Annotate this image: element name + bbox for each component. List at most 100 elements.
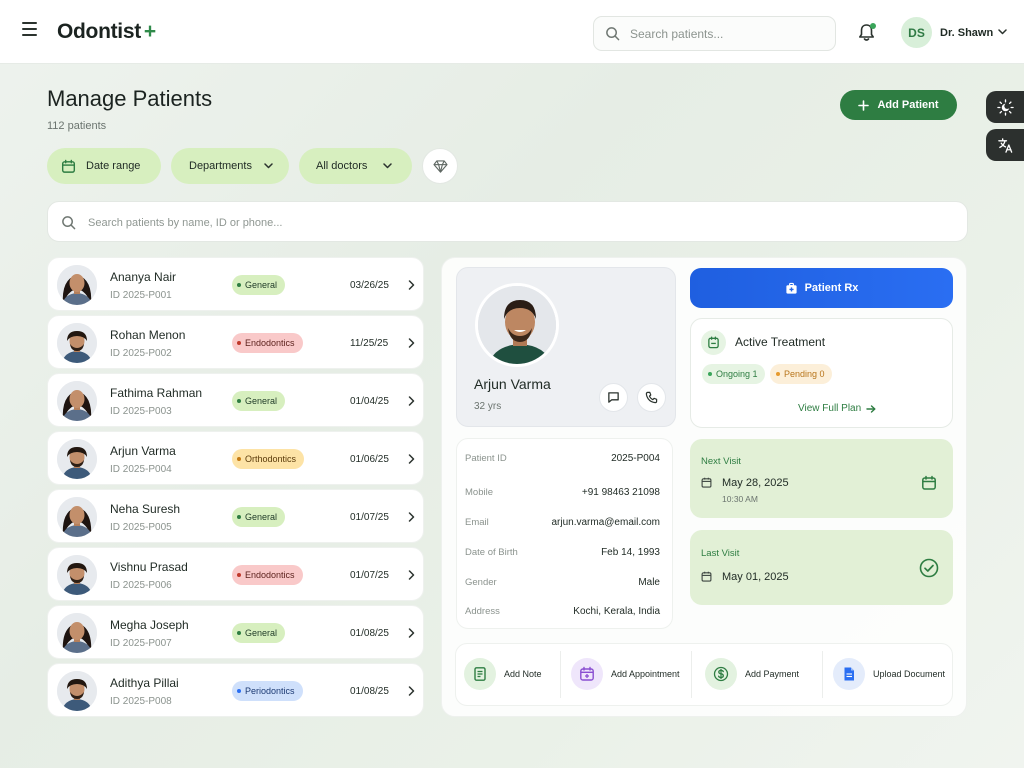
calendar-icon — [701, 571, 712, 582]
search-icon — [62, 216, 76, 230]
page-title: Manage Patients — [47, 86, 213, 111]
patient-avatar — [57, 323, 97, 363]
pending-chip: Pending 0 — [770, 364, 832, 384]
medical-kit-icon — [785, 282, 797, 294]
visit-date: 01/06/25 — [350, 454, 389, 465]
chevron-right-icon[interactable] — [408, 396, 415, 406]
visit-date: 01/04/25 — [350, 396, 389, 407]
info-label: Date of Birth — [465, 547, 518, 558]
profile-name: Arjun Varma — [474, 376, 551, 392]
last-visit-date: May 01, 2025 — [722, 571, 789, 583]
patient-name: Fathima Rahman — [110, 386, 203, 400]
departments-label: Departments — [189, 160, 252, 172]
translate-icon — [997, 137, 1012, 153]
date-range-filter[interactable]: Date range — [47, 148, 161, 184]
message-icon — [608, 392, 619, 403]
patient-rx-label: Patient Rx — [804, 282, 859, 294]
chevron-right-icon[interactable] — [408, 686, 415, 696]
document-icon — [833, 658, 865, 690]
patient-id: ID 2025-P006 — [110, 580, 172, 591]
patient-row[interactable]: Fathima Rahman ID 2025-P003 General 01/0… — [47, 373, 424, 427]
patient-row[interactable]: Vishnu Prasad ID 2025-P006 Endodontics 0… — [47, 547, 424, 601]
patient-id: ID 2025-P004 — [110, 464, 172, 475]
patient-info-card — [456, 438, 673, 629]
visit-date: 01/08/25 — [350, 628, 389, 639]
calendar-icon — [701, 477, 712, 488]
menu-icon[interactable] — [22, 22, 42, 42]
add-note-button[interactable]: Add Note — [464, 655, 542, 693]
visit-date: 01/07/25 — [350, 512, 389, 523]
departments-filter[interactable]: Departments — [171, 148, 289, 184]
chevron-right-icon[interactable] — [408, 280, 415, 290]
department-badge: Endodontics — [232, 333, 303, 353]
calendar-icon[interactable] — [921, 475, 937, 491]
chevron-down-icon — [264, 163, 273, 169]
patient-search-input[interactable] — [88, 213, 948, 233]
diamond-icon — [432, 159, 448, 173]
next-visit-time: 10:30 AM — [722, 494, 758, 504]
patient-list: Ananya Nair ID 2025-P001 General 03/26/2… — [47, 257, 424, 721]
patient-avatar — [57, 497, 97, 537]
user-name[interactable]: Dr. Shawn — [940, 27, 993, 39]
department-badge: General — [232, 275, 286, 295]
patient-rx-button[interactable]: Patient Rx — [690, 268, 953, 308]
department-badge: General — [232, 391, 286, 411]
patient-name: Adithya Pillai — [110, 676, 179, 690]
add-appointment-button[interactable]: Add Appointment — [571, 655, 680, 693]
patient-row[interactable]: Ananya Nair ID 2025-P001 General 03/26/2… — [47, 257, 424, 311]
check-circle-icon — [919, 558, 939, 578]
plus-icon — [858, 99, 870, 111]
patient-id: ID 2025-P008 — [110, 696, 172, 707]
patient-id: ID 2025-P001 — [110, 290, 172, 301]
info-label: Gender — [465, 577, 497, 588]
patient-row[interactable]: Arjun Varma ID 2025-P004 Orthodontics 01… — [47, 431, 424, 485]
message-button[interactable] — [599, 383, 628, 412]
patient-avatar — [57, 265, 97, 305]
patient-name: Vishnu Prasad — [110, 560, 188, 574]
profile-photo — [475, 283, 559, 367]
patient-id: ID 2025-P003 — [110, 406, 172, 417]
premium-filter-button[interactable] — [422, 148, 458, 184]
doctors-filter[interactable]: All doctors — [299, 148, 412, 184]
department-badge: Orthodontics — [232, 449, 305, 469]
ongoing-chip: Ongoing 1 — [702, 364, 765, 384]
chevron-right-icon[interactable] — [408, 454, 415, 464]
patient-row[interactable]: Neha Suresh ID 2025-P005 General 01/07/2… — [47, 489, 424, 543]
chevron-right-icon[interactable] — [408, 338, 415, 348]
chevron-right-icon[interactable] — [408, 512, 415, 522]
patient-avatar — [57, 381, 97, 421]
patient-row[interactable]: Megha Joseph ID 2025-P007 General 01/08/… — [47, 605, 424, 659]
patient-row[interactable]: Adithya Pillai ID 2025-P008 Periodontics… — [47, 663, 424, 717]
theme-toggle[interactable] — [986, 91, 1024, 123]
call-button[interactable] — [637, 383, 666, 412]
patient-avatar — [57, 671, 97, 711]
active-treatment-title: Active Treatment — [735, 335, 826, 349]
add-patient-button[interactable]: Add Patient — [840, 90, 957, 120]
divider — [691, 651, 692, 698]
department-badge: General — [232, 623, 286, 643]
chevron-down-icon[interactable] — [998, 29, 1007, 35]
view-full-plan-link[interactable]: View Full Plan — [798, 403, 876, 414]
user-avatar[interactable]: DS — [901, 17, 932, 48]
profile-age: 32 yrs — [474, 401, 502, 412]
view-plan-label: View Full Plan — [798, 403, 862, 414]
visit-date: 03/26/25 — [350, 280, 389, 291]
sun-moon-icon — [996, 98, 1014, 116]
pending-count: Pending 0 — [784, 369, 825, 379]
header-search — [593, 16, 836, 51]
info-label: Patient ID — [465, 453, 507, 464]
add-appointment-label: Add Appointment — [611, 669, 680, 679]
header-search-input[interactable] — [630, 24, 825, 44]
chevron-right-icon[interactable] — [408, 570, 415, 580]
language-toggle[interactable] — [986, 129, 1024, 161]
doctors-label: All doctors — [316, 160, 368, 172]
divider — [822, 651, 823, 698]
upload-document-button[interactable]: Upload Document — [833, 655, 945, 693]
patient-row[interactable]: Rohan Menon ID 2025-P002 Endodontics 11/… — [47, 315, 424, 369]
date-range-label: Date range — [86, 160, 141, 172]
chevron-right-icon[interactable] — [408, 628, 415, 638]
brand-logo[interactable]: Odontist + — [57, 20, 156, 44]
last-visit-card[interactable] — [690, 530, 953, 605]
patient-avatar — [57, 439, 97, 479]
add-payment-button[interactable]: Add Payment — [705, 655, 799, 693]
